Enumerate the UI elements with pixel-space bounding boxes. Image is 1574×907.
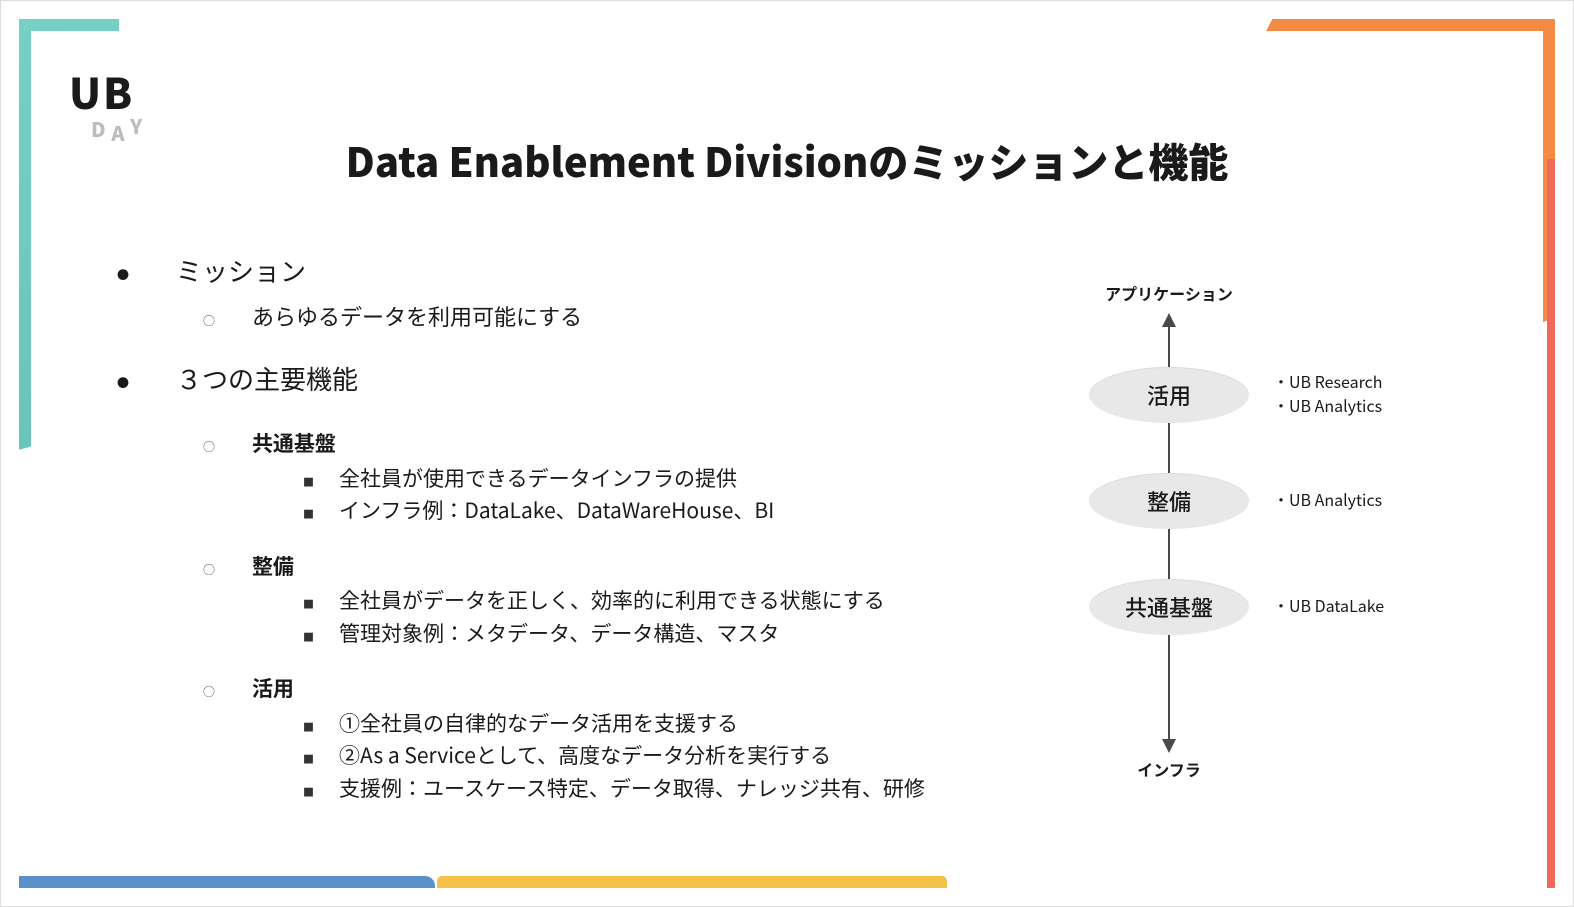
group-katsuyo: 活用 ①全社員の自律的なデータ活用を支援する ②As a Serviceとして、…: [203, 671, 1011, 804]
pill-kiban-notes: ・UB DataLake: [1273, 593, 1453, 617]
note-line: ・UB Analytics: [1273, 393, 1453, 417]
slide-title: Data Enablement Divisionのミッションと機能: [31, 131, 1543, 189]
logo: UB DAY: [69, 71, 148, 139]
decoration-right: [1547, 159, 1555, 888]
pill-katsuyo-notes: ・UB Research ・UB Analytics: [1273, 369, 1453, 417]
group-katsuyo-title: 活用: [252, 673, 294, 703]
list-item: 全社員が使用できるデータインフラの提供: [303, 462, 1011, 495]
slide-viewport: UB DAY Data Enablement Divisionのミッションと機能…: [0, 0, 1574, 907]
pill-katsuyo: 活用: [1089, 367, 1249, 423]
pill-label: 活用: [1147, 379, 1191, 411]
list-item: ②As a Serviceとして、高度なデータ分析を実行する: [303, 739, 1011, 772]
bullet-mission-text: ミッション: [176, 252, 306, 289]
slide-inner: UB DAY Data Enablement Divisionのミッションと機能…: [31, 31, 1543, 876]
logo-line1: UB: [69, 71, 148, 113]
decoration-bottom-mid: [437, 876, 947, 888]
list-item: あらゆるデータを利用可能にする: [203, 300, 1011, 333]
pill-kiban: 共通基盤: [1089, 579, 1249, 635]
list-item: インフラ例：DataLake、DataWareHouse、BI: [303, 494, 1011, 527]
pill-label: 整備: [1147, 485, 1191, 517]
list-item: 管理対象例：メタデータ、データ構造、マスタ: [303, 617, 1011, 650]
group-seibi-title: 整備: [252, 551, 294, 581]
list-item: 全社員がデータを正しく、効率的に利用できる状態にする: [303, 584, 1011, 617]
pill-label: 共通基盤: [1125, 591, 1213, 623]
diagram-top-label: アプリケーション: [1069, 281, 1269, 305]
bullet-content: ミッション あらゆるデータを利用可能にする ３つの主要機能 共通基盤: [111, 251, 1011, 830]
list-item: 支援例：ユースケース特定、データ取得、ナレッジ共有、研修: [303, 772, 1011, 805]
bullet-mission: ミッション あらゆるデータを利用可能にする: [111, 251, 1011, 333]
group-kiban: 共通基盤 全社員が使用できるデータインフラの提供 インフラ例：DataLake、…: [203, 426, 1011, 527]
mission-sub-text: あらゆるデータを利用可能にする: [252, 300, 582, 332]
decoration-bottom-left: [19, 876, 435, 888]
group-kiban-title: 共通基盤: [252, 428, 336, 458]
group-seibi: 整備 全社員がデータを正しく、効率的に利用できる状態にする 管理対象例：メタデー…: [203, 549, 1011, 650]
diagram-bottom-label: インフラ: [1069, 757, 1269, 781]
list-item: ①全社員の自律的なデータ活用を支援する: [303, 707, 1011, 740]
note-line: ・UB Research: [1273, 369, 1453, 393]
slide-frame: UB DAY Data Enablement Divisionのミッションと機能…: [19, 19, 1555, 888]
bullet-functions: ３つの主要機能 共通基盤 全社員が使用できるデータインフラの提供 インフラ例：D…: [111, 359, 1011, 804]
pill-seibi-notes: ・UB Analytics: [1273, 487, 1453, 511]
note-line: ・UB Analytics: [1273, 487, 1453, 511]
pill-seibi: 整備: [1089, 473, 1249, 529]
layer-diagram: アプリケーション 活用 ・UB Research ・UB Analytics 整…: [1043, 281, 1453, 781]
note-line: ・UB DataLake: [1273, 593, 1453, 617]
bullet-functions-text: ３つの主要機能: [176, 360, 358, 397]
